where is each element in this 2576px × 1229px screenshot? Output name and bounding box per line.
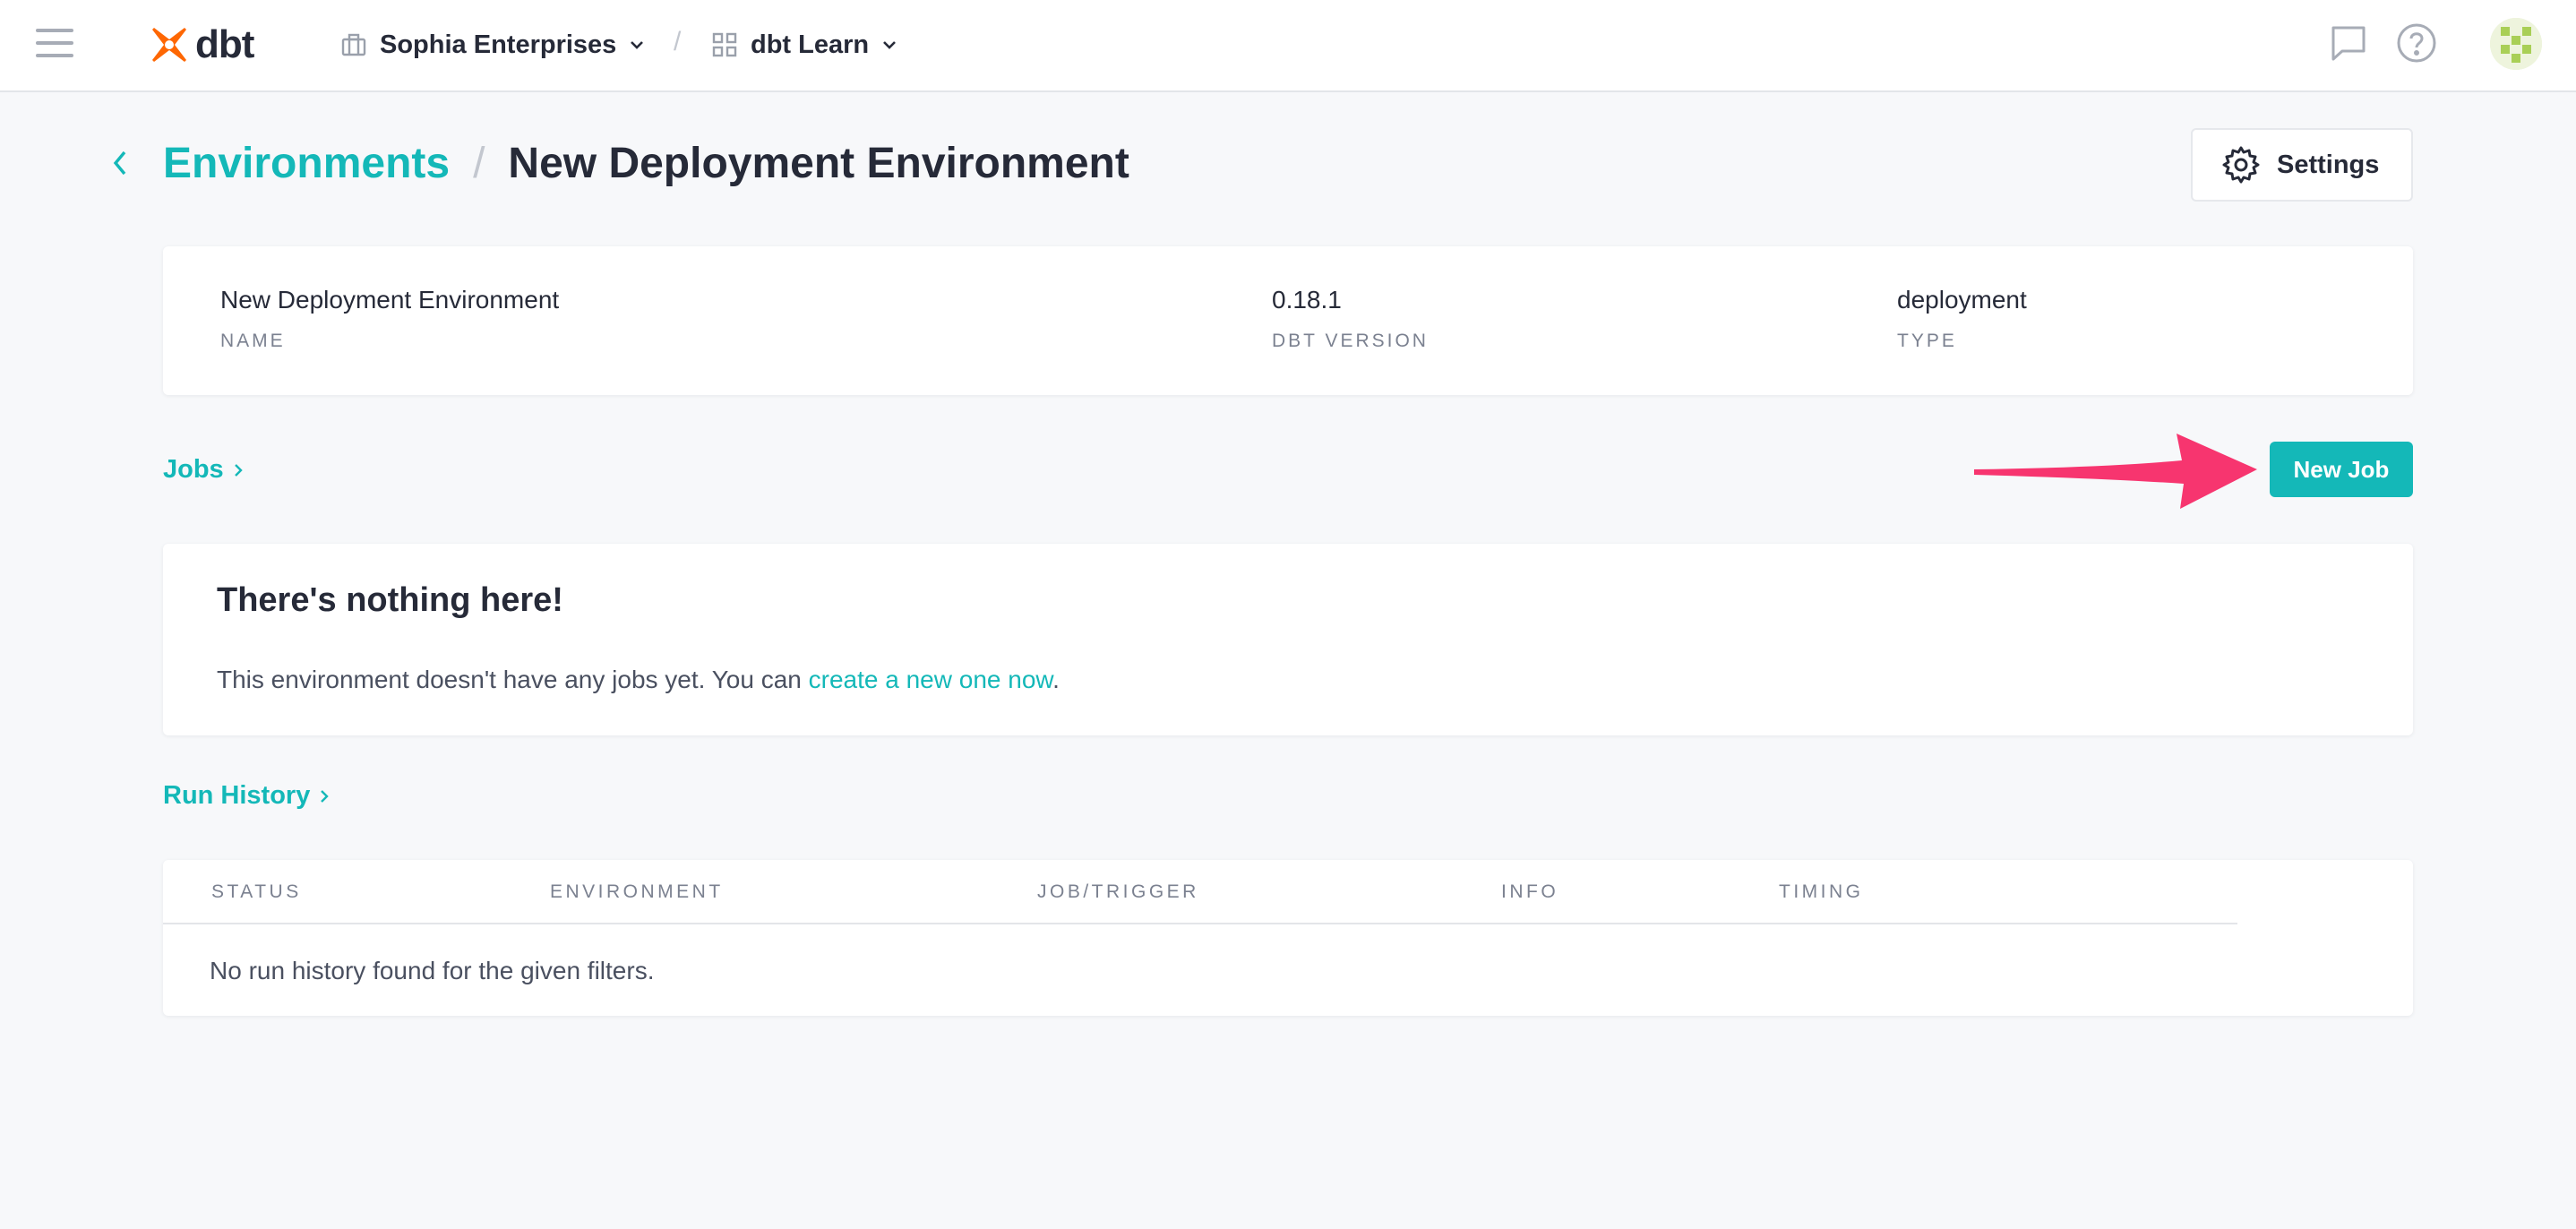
- dbt-logo[interactable]: dbt: [149, 21, 254, 68]
- settings-label: Settings: [2277, 150, 2380, 179]
- env-type-field: deployment TYPE: [1897, 286, 2027, 352]
- chevron-left-icon[interactable]: [111, 149, 129, 177]
- empty-state-title: There's nothing here!: [217, 581, 563, 619]
- avatar[interactable]: [2490, 18, 2542, 70]
- project-name: dbt Learn: [751, 30, 870, 59]
- env-name-field: New Deployment Environment NAME: [220, 286, 559, 352]
- create-job-link[interactable]: create a new one now: [809, 666, 1052, 693]
- run-history-table: STATUS ENVIRONMENT JOB/TRIGGER INFO TIMI…: [163, 860, 2413, 1016]
- empty-text-prefix: This environment doesn't have any jobs y…: [217, 666, 809, 693]
- help-icon[interactable]: [2396, 22, 2437, 64]
- top-nav-bar: dbt Sophia Enterprises / dbt Learn: [0, 0, 2576, 92]
- run-history-link-label: Run History: [163, 781, 311, 810]
- chevron-down-icon: [631, 41, 644, 49]
- run-history-link[interactable]: Run History: [163, 781, 330, 811]
- column-header-job-trigger[interactable]: JOB/TRIGGER: [1037, 881, 1199, 903]
- building-icon: [341, 33, 366, 56]
- breadcrumb-separator: /: [473, 140, 485, 187]
- empty-state-text: This environment doesn't have any jobs y…: [217, 666, 1060, 694]
- jobs-link[interactable]: Jobs: [163, 455, 244, 485]
- column-header-environment[interactable]: ENVIRONMENT: [550, 881, 724, 903]
- gear-icon: [2222, 146, 2260, 184]
- chevron-right-icon: [234, 463, 243, 477]
- environment-details-card: New Deployment Environment NAME 0.18.1 D…: [163, 246, 2413, 395]
- jobs-empty-state: There's nothing here! This environment d…: [163, 544, 2413, 735]
- account-switcher[interactable]: Sophia Enterprises: [340, 27, 645, 63]
- arrow-annotation: [1974, 434, 2257, 509]
- dbt-version-label: DBT VERSION: [1272, 331, 1429, 351]
- new-job-button[interactable]: New Job: [2270, 442, 2413, 497]
- env-type-label: TYPE: [1897, 331, 1957, 351]
- chevron-down-icon: [883, 41, 897, 49]
- column-header-status[interactable]: STATUS: [211, 881, 302, 903]
- env-type-value: deployment: [1897, 286, 2027, 314]
- hamburger-menu-icon[interactable]: [36, 25, 75, 61]
- breadcrumb: Environments / New Deployment Environmen…: [163, 139, 1129, 188]
- page-title: New Deployment Environment: [508, 140, 1129, 187]
- dbt-logo-icon: [152, 28, 186, 62]
- chevron-right-icon: [321, 789, 330, 803]
- chat-icon[interactable]: [2329, 23, 2368, 63]
- breadcrumb-separator: /: [674, 27, 682, 56]
- empty-text-suffix: .: [1052, 666, 1060, 693]
- env-name-value: New Deployment Environment: [220, 286, 560, 314]
- environments-link[interactable]: Environments: [163, 139, 450, 188]
- brand-name: dbt: [195, 22, 254, 66]
- project-switcher[interactable]: dbt Learn: [711, 27, 897, 63]
- column-header-info[interactable]: INFO: [1501, 881, 1558, 903]
- table-header-divider: [163, 923, 2237, 924]
- jobs-link-label: Jobs: [163, 455, 224, 484]
- dbt-version-value: 0.18.1: [1272, 286, 1342, 314]
- run-history-empty-message: No run history found for the given filte…: [210, 957, 655, 984]
- settings-button[interactable]: Settings: [2191, 128, 2413, 202]
- account-name: Sophia Enterprises: [380, 30, 617, 59]
- avatar-pattern-icon: [2490, 18, 2542, 70]
- column-header-timing[interactable]: TIMING: [1779, 881, 1864, 903]
- dbt-version-field: 0.18.1 DBT VERSION: [1272, 286, 1429, 352]
- env-name-label: NAME: [220, 331, 286, 351]
- grid-icon: [712, 32, 737, 57]
